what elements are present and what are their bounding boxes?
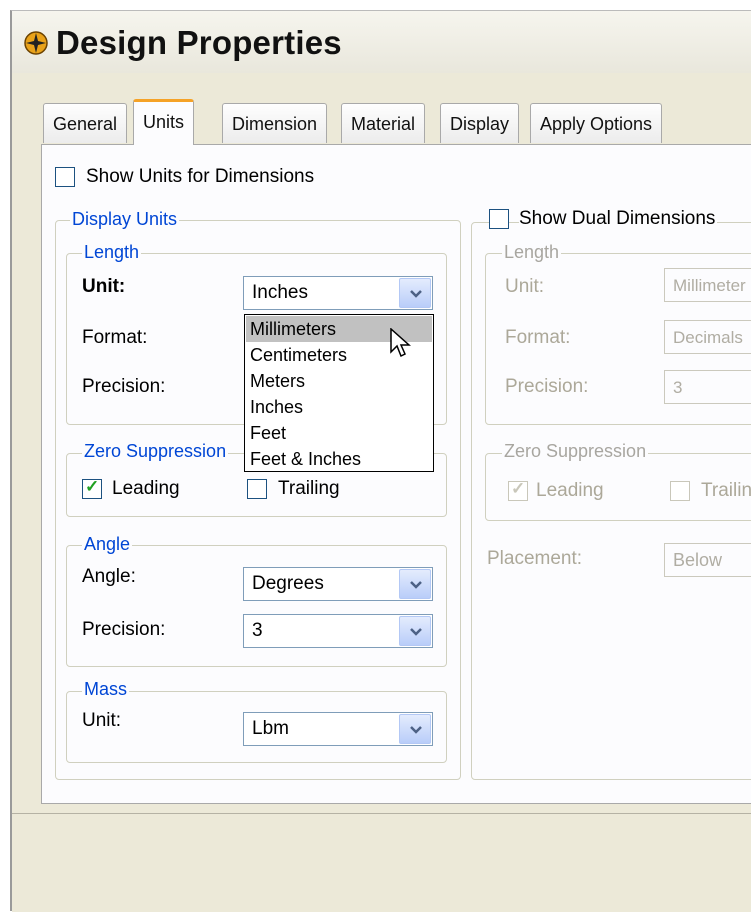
window-title: Design Properties bbox=[56, 24, 342, 61]
dual-unit-select: Millimeter bbox=[664, 268, 751, 302]
trailing-checkbox[interactable] bbox=[247, 479, 267, 499]
angle-precision-label: Precision: bbox=[82, 619, 166, 640]
display-units-title: Display Units bbox=[70, 209, 180, 230]
length-format-label: Format: bbox=[82, 327, 148, 348]
length-unit-value: Inches bbox=[252, 282, 308, 303]
title-bar: Design Properties bbox=[12, 11, 751, 73]
zero-suppression-title: Zero Suppression bbox=[82, 441, 229, 462]
angle-label: Angle: bbox=[82, 566, 136, 587]
angle-value: Degrees bbox=[252, 573, 324, 594]
length-unit-dropdown-button[interactable] bbox=[399, 278, 431, 308]
length-title: Length bbox=[82, 242, 142, 263]
check-icon: ✓ bbox=[511, 479, 526, 498]
tab-display[interactable]: Display bbox=[440, 103, 520, 143]
dual-precision-label: Precision: bbox=[505, 376, 589, 397]
mouse-cursor-icon bbox=[390, 328, 411, 358]
dual-zero-suppression-title: Zero Suppression bbox=[502, 441, 649, 462]
dual-format-select: Decimals bbox=[664, 320, 751, 354]
placement-value: Below bbox=[673, 550, 723, 570]
chevron-down-icon bbox=[410, 290, 422, 298]
dual-trailing-label: Trailin bbox=[701, 480, 751, 501]
dual-leading-checkbox: ✓ bbox=[508, 479, 528, 501]
tab-dimension[interactable]: Dimension bbox=[222, 103, 328, 143]
tab-material[interactable]: Material bbox=[341, 103, 426, 143]
angle-precision-dropdown-button[interactable] bbox=[399, 616, 431, 646]
angle-dropdown-button[interactable] bbox=[399, 569, 431, 599]
mass-unit-value: Lbm bbox=[252, 718, 289, 739]
angle-group bbox=[66, 545, 447, 667]
chevron-down-icon bbox=[410, 726, 422, 734]
tab-general[interactable]: General bbox=[43, 103, 128, 143]
placement-select: Below bbox=[664, 543, 751, 577]
dual-trailing-checkbox bbox=[670, 481, 690, 501]
dialog-footer bbox=[12, 813, 751, 912]
show-dual-checkbox[interactable] bbox=[489, 209, 509, 229]
angle-select[interactable]: Degrees bbox=[243, 567, 433, 601]
chevron-down-icon bbox=[410, 581, 422, 589]
leading-checkbox[interactable]: ✓ bbox=[82, 477, 102, 499]
angle-precision-value: 3 bbox=[252, 620, 263, 641]
dual-unit-label: Unit: bbox=[505, 276, 545, 297]
tab-units[interactable]: Units bbox=[133, 99, 195, 145]
mass-title: Mass bbox=[82, 679, 130, 700]
check-icon: ✓ bbox=[85, 477, 100, 496]
dual-format-label: Format: bbox=[505, 327, 571, 348]
dual-length-title: Length bbox=[502, 242, 562, 263]
length-unit-select[interactable]: Inches bbox=[243, 276, 433, 310]
chevron-down-icon bbox=[410, 628, 422, 636]
show-units-label: Show Units for Dimensions bbox=[86, 166, 315, 187]
mass-unit-select[interactable]: Lbm bbox=[243, 712, 433, 746]
trailing-label: Trailing bbox=[278, 478, 340, 499]
placement-label: Placement: bbox=[487, 548, 583, 569]
length-precision-label: Precision: bbox=[82, 376, 166, 397]
option-feet[interactable]: Feet bbox=[246, 420, 432, 446]
dual-precision-select: 3 bbox=[664, 370, 751, 404]
mass-unit-dropdown-button[interactable] bbox=[399, 714, 431, 744]
show-units-checkbox[interactable] bbox=[55, 167, 75, 187]
dual-leading-label: Leading bbox=[536, 480, 604, 501]
option-meters[interactable]: Meters bbox=[246, 368, 432, 394]
angle-precision-select[interactable]: 3 bbox=[243, 614, 433, 648]
dual-precision-value: 3 bbox=[673, 378, 683, 397]
leading-label: Leading bbox=[112, 478, 180, 499]
tab-apply-options[interactable]: Apply Options bbox=[530, 103, 663, 143]
option-inches[interactable]: Inches bbox=[246, 394, 432, 420]
angle-title: Angle bbox=[82, 534, 133, 555]
dual-format-value: Decimals bbox=[673, 328, 743, 347]
option-feet-inches[interactable]: Feet & Inches bbox=[246, 446, 432, 472]
app-icon bbox=[24, 31, 48, 55]
mass-unit-label: Unit: bbox=[82, 710, 122, 731]
show-dual-label: Show Dual Dimensions bbox=[519, 208, 718, 230]
length-unit-label: Unit: bbox=[82, 276, 126, 297]
dual-unit-value: Millimeter bbox=[673, 276, 746, 295]
